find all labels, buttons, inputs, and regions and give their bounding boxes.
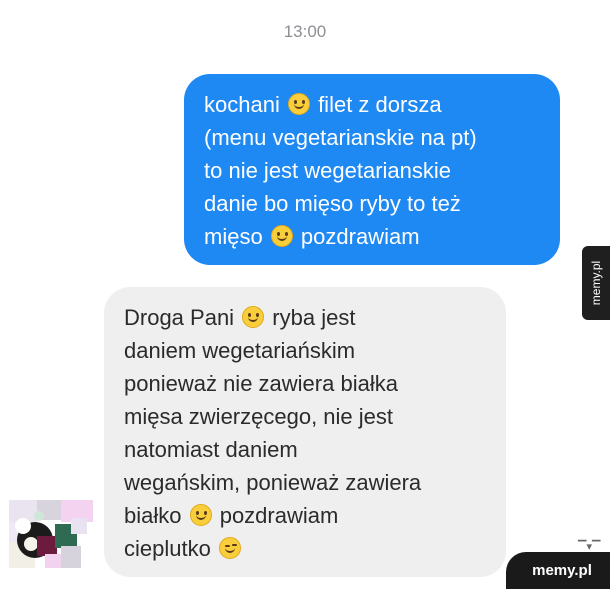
- incoming-message-line: cieplutko: [124, 532, 492, 565]
- outgoing-message-bubble[interactable]: kochani filet z dorsza (menu vegetariansk…: [184, 74, 560, 265]
- incoming-message-text: ponieważ nie zawiera białka: [124, 371, 398, 396]
- outgoing-message-text: danie bo mięso ryby to też: [204, 191, 461, 216]
- incoming-message-text: ryba jest: [266, 305, 356, 330]
- outgoing-message-text: kochani: [204, 92, 286, 117]
- incoming-message-text: Droga Pani: [124, 305, 241, 330]
- incoming-message-text: wegańskim, ponieważ zawiera: [124, 470, 422, 495]
- side-watermark-badge: memy.pl: [582, 246, 610, 320]
- slightly-smiling-face-icon: [242, 306, 265, 328]
- outgoing-message-line: (menu vegetarianskie na pt): [204, 121, 534, 154]
- incoming-message-line: białko pozdrawiam: [124, 499, 492, 532]
- slightly-smiling-face-icon: [189, 504, 212, 526]
- incoming-message-line: Droga Pani ryba jest: [124, 301, 492, 334]
- side-watermark-text: memy.pl: [589, 260, 603, 306]
- bottom-watermark-text: memy.pl: [532, 562, 592, 579]
- incoming-message-text: pozdrawiam: [213, 503, 339, 528]
- outgoing-message-line: kochani filet z dorsza: [204, 88, 534, 121]
- outgoing-message-line: to nie jest wegetarianskie: [204, 154, 534, 187]
- incoming-message-line: mięsa zwierzęcego, nie jest: [124, 400, 492, 433]
- incoming-message-line: natomiast daniem: [124, 433, 492, 466]
- outgoing-message-text: filet z dorsza: [311, 92, 442, 117]
- slightly-smiling-face-icon: [287, 93, 310, 115]
- outgoing-message-text: to nie jest wegetarianskie: [204, 158, 452, 183]
- incoming-message-text: natomiast daniem: [124, 437, 298, 462]
- timestamp: 13:00: [283, 22, 327, 41]
- incoming-message-line: wegańskim, ponieważ zawiera: [124, 466, 492, 499]
- incoming-message-text: cieplutko: [124, 536, 217, 561]
- incoming-message-text: daniem wegetariańskim: [124, 338, 356, 363]
- incoming-message-line: daniem wegetariańskim: [124, 334, 492, 367]
- outgoing-message-line: danie bo mięso ryby to też: [204, 187, 534, 220]
- sender-avatar[interactable]: [9, 500, 93, 568]
- incoming-message-text: białko: [124, 503, 188, 528]
- incoming-message-text: mięsa zwierzęcego, nie jest: [124, 404, 394, 429]
- outgoing-message-line: mięso pozdrawiam: [204, 220, 534, 253]
- incoming-message-line: ponieważ nie zawiera białka: [124, 367, 492, 400]
- outgoing-message-text: (menu vegetarianskie na pt): [204, 125, 477, 150]
- bottom-watermark-badge: memy.pl: [506, 552, 610, 589]
- winking-face-icon: [218, 537, 241, 559]
- outgoing-message-text: pozdrawiam: [294, 224, 420, 249]
- outgoing-message-text: mięso: [204, 224, 269, 249]
- slightly-smiling-face-icon: [270, 225, 293, 247]
- incoming-message-bubble[interactable]: Droga Pani ryba jest daniem wegetariański…: [104, 287, 506, 577]
